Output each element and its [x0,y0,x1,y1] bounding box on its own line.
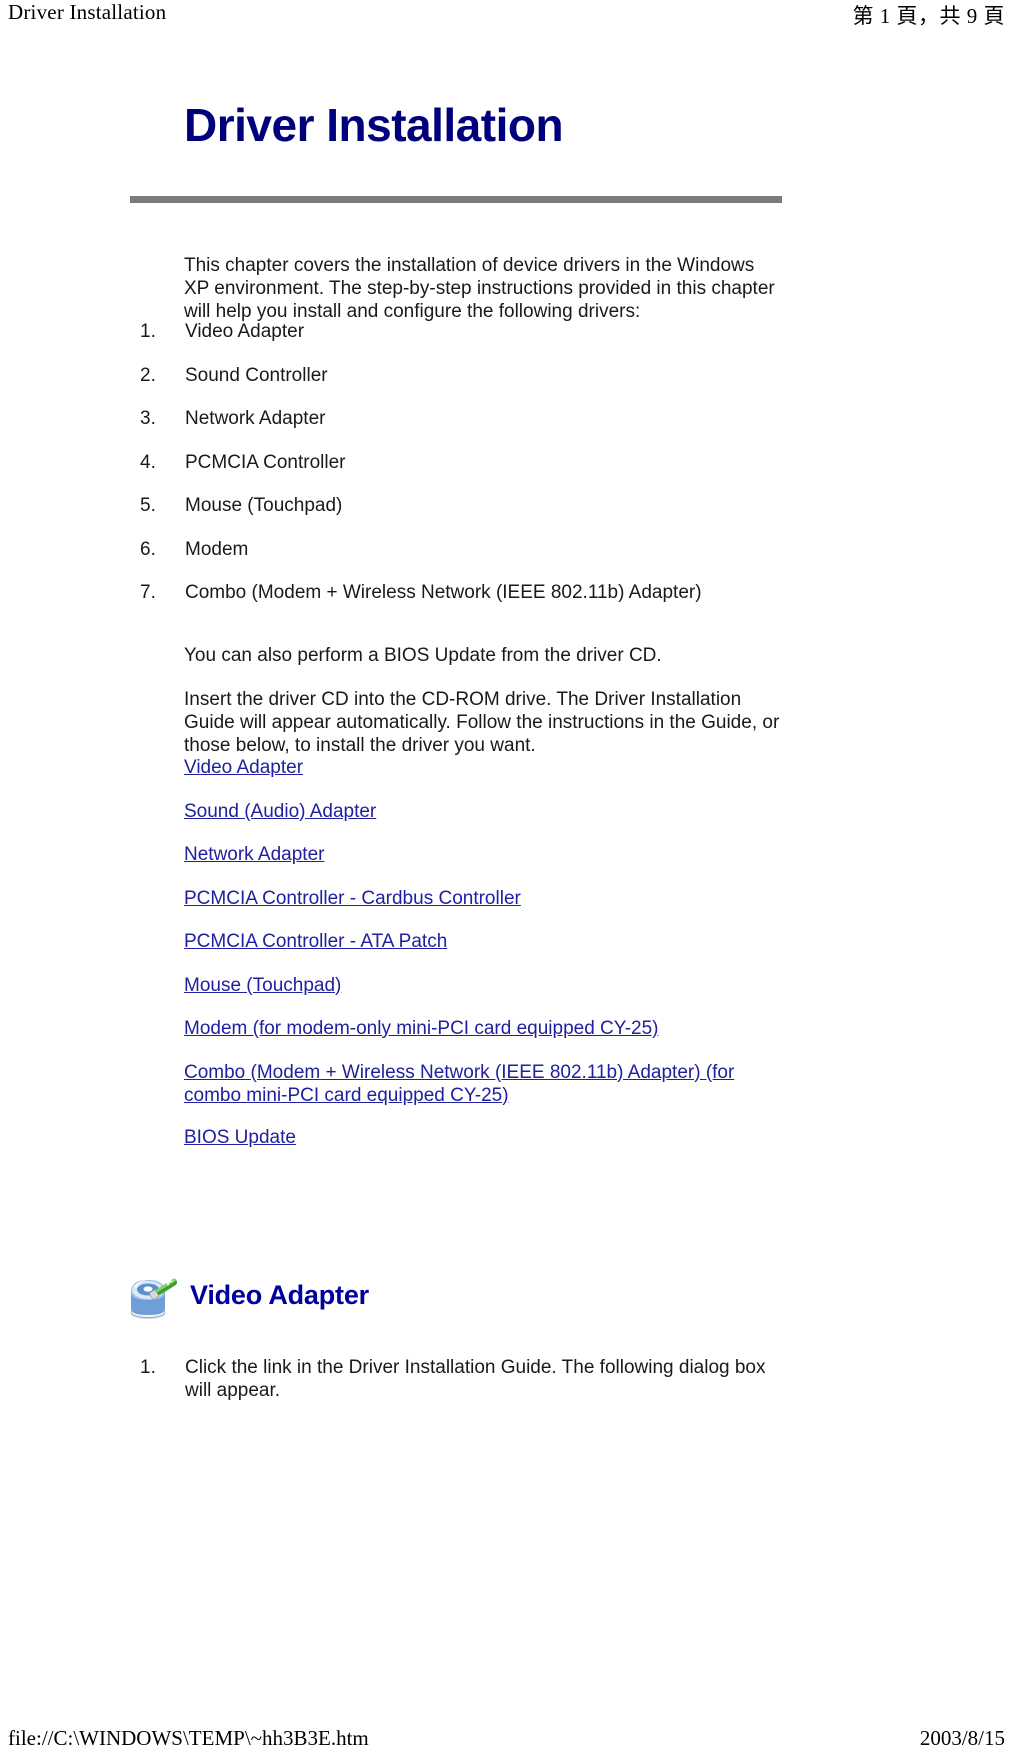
list-item-number: 5. [140,495,156,516]
list-item: 1. Video Adapter [140,320,900,364]
list-item-label: Click the link in the Driver Installatio… [185,1357,766,1401]
list-item-number: 1. [140,1357,156,1378]
driver-link-list: Video Adapter Sound (Audio) Adapter Netw… [184,756,884,1169]
list-item-number: 7. [140,582,156,603]
driver-list: 1. Video Adapter 2. Sound Controller 3. … [140,320,900,625]
list-item-label: Sound Controller [185,364,328,386]
list-item-label: Mouse (Touchpad) [185,495,343,516]
link-sound-audio-adapter[interactable]: Sound (Audio) Adapter [184,801,376,822]
link-row: BIOS Update [184,1126,884,1170]
link-video-adapter[interactable]: Video Adapter [184,757,303,778]
link-row: Sound (Audio) Adapter [184,800,884,844]
link-row: Mouse (Touchpad) [184,974,884,1018]
bios-note-paragraph: You can also perform a BIOS Update from … [184,645,662,666]
list-item: 4. PCMCIA Controller [140,451,900,495]
list-item-label: Modem [185,538,249,560]
link-row: Network Adapter [184,843,884,887]
list-item-number: 1. [140,321,156,342]
print-page-footer: file://C:\WINDOWS\TEMP\~hh3B3E.htm 2003/… [0,1726,1013,1760]
list-item-number: 2. [140,364,156,386]
title-divider [130,196,782,203]
print-header-title: Driver Installation [8,0,167,24]
list-item-number: 3. [140,408,156,429]
list-item-label: Network Adapter [185,408,326,429]
section-title: Video Adapter [190,1279,369,1310]
print-header-pagination: 第 1 頁，共 9 頁 [852,4,1005,28]
page-title: Driver Installation [184,99,564,151]
link-pcmcia-cardbus-controller[interactable]: PCMCIA Controller - Cardbus Controller [184,888,521,909]
driver-install-wizard-icon [124,1269,178,1321]
print-page-header: Driver Installation 第 1 頁，共 9 頁 [0,0,1013,34]
print-footer-path: file://C:\WINDOWS\TEMP\~hh3B3E.htm [8,1726,369,1750]
intro-paragraph: This chapter covers the installation of … [184,255,775,322]
list-item-number: 6. [140,538,156,560]
link-bios-update[interactable]: BIOS Update [184,1127,296,1148]
list-item-number: 4. [140,451,156,473]
link-pcmcia-ata-patch[interactable]: PCMCIA Controller - ATA Patch [184,931,447,952]
list-item-label: PCMCIA Controller [185,451,346,473]
list-item: 7. Combo (Modem + Wireless Network (IEEE… [140,581,900,625]
link-row: PCMCIA Controller - Cardbus Controller [184,887,884,931]
list-item-label: Video Adapter [185,321,305,342]
link-combo-modem-wireless[interactable]: Combo (Modem + Wireless Network (IEEE 80… [184,1061,749,1107]
list-item-label: Combo (Modem + Wireless Network (IEEE 80… [185,582,702,603]
section-heading-video-adapter: Video Adapter [124,1269,369,1321]
link-mouse-touchpad[interactable]: Mouse (Touchpad) [184,975,341,996]
list-item: 3. Network Adapter [140,407,900,451]
link-row: Modem (for modem-only mini-PCI card equi… [184,1017,884,1061]
link-row: Combo (Modem + Wireless Network (IEEE 80… [184,1061,884,1126]
print-footer-date: 2003/8/15 [919,1726,1005,1750]
insert-cd-paragraph: Insert the driver CD into the CD-ROM dri… [184,689,780,756]
list-item: 5. Mouse (Touchpad) [140,494,900,538]
list-item: 2. Sound Controller [140,364,900,408]
link-network-adapter[interactable]: Network Adapter [184,844,324,865]
list-item: 6. Modem [140,538,900,582]
link-row: PCMCIA Controller - ATA Patch [184,930,884,974]
link-modem[interactable]: Modem (for modem-only mini-PCI card equi… [184,1018,659,1039]
link-row: Video Adapter [184,756,884,800]
